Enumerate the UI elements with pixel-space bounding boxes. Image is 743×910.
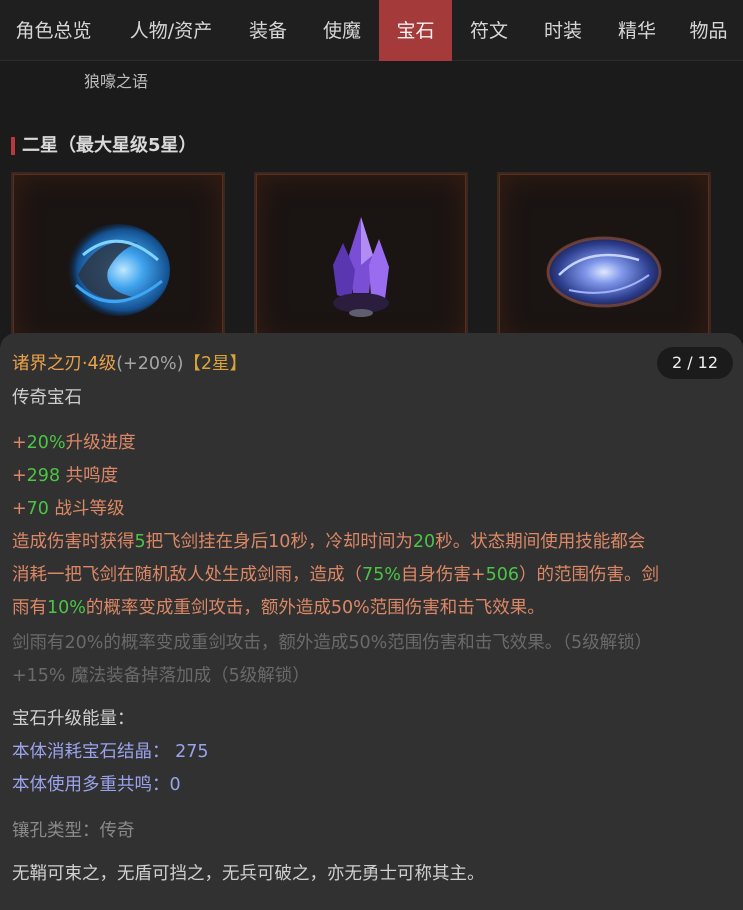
locked-effect: +15% 魔法装备掉落加成（5级解锁） — [12, 666, 310, 686]
effect-line-2: 消耗一把飞剑在随机敌人处生成剑雨，造成（75%自身伤害+506）的范围伤害。剑 — [12, 565, 659, 585]
stat-line: +298 共鸣度 — [12, 466, 119, 486]
blue-swirl-orb-gem-icon — [66, 224, 170, 316]
energy-line: 本体使用多重共鸣：0 — [12, 775, 181, 795]
locked-effect: 剑雨有20%的概率变成重剑攻击，额外造成50%范围伤害和击飞效果。（5级解锁） — [12, 633, 653, 653]
section-title-two-star: 二星（最大星级5星） — [11, 134, 197, 158]
tab-familiar[interactable]: 使魔 — [305, 0, 379, 61]
tab-items[interactable]: 物品 — [674, 0, 743, 61]
tab-cosmetics[interactable]: 时装 — [526, 0, 600, 61]
gem-title: 诸界之刃·4级(+20%)【2星】 — [12, 350, 247, 375]
tab-gems[interactable]: 宝石 — [379, 0, 452, 61]
lore-text: 无鞘可束之，无盾可挡之，无兵可破之，亦无勇士可称其主。 — [12, 864, 485, 884]
page-indicator: 2 / 12 — [657, 347, 733, 379]
effect-line-1: 造成伤害时获得5把飞剑挂在身后10秒，冷却时间为20秒。状态期间使用技能都会 — [12, 532, 646, 552]
top-tab-bar: 角色总览 人物/资产 装备 使魔 宝石 符文 时装 精华 物品 — [0, 0, 743, 61]
blue-vortex-disc-gem-icon — [546, 236, 662, 308]
tab-character-assets[interactable]: 人物/资产 — [109, 0, 233, 61]
stat-line: +70 战斗等级 — [12, 499, 125, 519]
gem-stars: 【2星】 — [183, 354, 248, 374]
tab-runes[interactable]: 符文 — [453, 0, 525, 61]
gem-detail-panel: 2 / 12 诸界之刃·4级(+20%)【2星】 传奇宝石 +20%升级进度 +… — [0, 333, 743, 910]
purple-crystal-gem-icon — [333, 217, 389, 317]
gem-card[interactable] — [11, 172, 225, 347]
gem-name: 诸界之刃·4级 — [12, 354, 117, 374]
gem-card[interactable] — [497, 172, 711, 347]
socket-type: 镶孔类型：传奇 — [12, 821, 135, 841]
tab-equipment[interactable]: 装备 — [233, 0, 303, 61]
energy-title: 宝石升级能量： — [12, 709, 135, 729]
gem-subtitle: 狼嚎之语 — [84, 72, 149, 91]
gem-card[interactable] — [254, 172, 468, 347]
gem-bonus: (+20%) — [116, 354, 184, 374]
effect-line-3: 雨有10%的概率变成重剑攻击，额外造成50%范围伤害和击飞效果。 — [12, 598, 545, 618]
tab-essence[interactable]: 精华 — [600, 0, 674, 61]
stat-line: +20%升级进度 — [12, 433, 136, 453]
tab-character-overview[interactable]: 角色总览 — [0, 0, 107, 61]
gem-type: 传奇宝石 — [12, 388, 82, 408]
energy-line: 本体消耗宝石结晶： 275 — [12, 742, 209, 762]
